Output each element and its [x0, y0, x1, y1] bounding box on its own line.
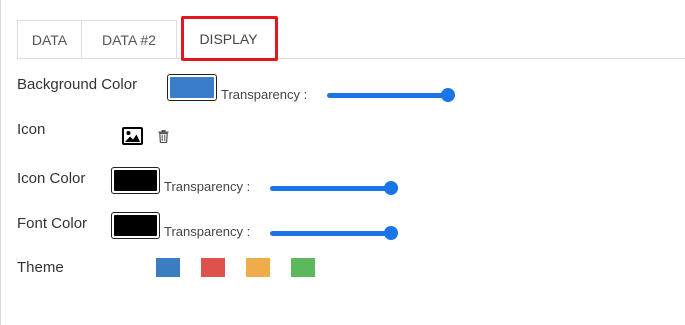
slider-thumb[interactable]: [441, 88, 455, 102]
theme-swatch-orange[interactable]: [246, 258, 270, 277]
icon-transparency-label: Transparency :: [164, 179, 251, 194]
trash-icon[interactable]: [158, 130, 169, 144]
font-color-picker[interactable]: [111, 212, 160, 239]
background-color-fill: [170, 77, 214, 98]
slider-track: [327, 93, 455, 98]
icon-label: Icon: [17, 121, 46, 138]
background-color-picker[interactable]: [167, 74, 217, 101]
slider-track: [270, 231, 398, 236]
font-transparency-slider[interactable]: [270, 226, 398, 240]
icon-transparency-slider[interactable]: [270, 181, 398, 195]
tab-data-2[interactable]: DATA #2: [82, 20, 177, 58]
theme-label: Theme: [17, 259, 64, 276]
panel-left-border: [0, 0, 1, 325]
theme-swatch-red[interactable]: [201, 258, 225, 277]
font-transparency-label: Transparency :: [164, 224, 251, 239]
icon-color-label: Icon Color: [17, 170, 86, 187]
icon-color-fill: [114, 170, 157, 191]
theme-swatch-green[interactable]: [291, 258, 315, 277]
slider-track: [270, 186, 398, 191]
tab-display[interactable]: DISPLAY: [182, 20, 275, 58]
background-color-label: Background Color: [17, 76, 138, 93]
image-icon[interactable]: [122, 127, 143, 145]
slider-thumb[interactable]: [384, 181, 398, 195]
tab-data[interactable]: DATA: [17, 20, 82, 58]
slider-thumb[interactable]: [384, 226, 398, 240]
background-transparency-label: Transparency :: [221, 87, 308, 102]
theme-swatch-blue[interactable]: [156, 258, 180, 277]
icon-color-picker[interactable]: [111, 167, 160, 194]
tab-bar: DATA DATA #2 DISPLAY: [17, 20, 685, 59]
font-color-label: Font Color: [17, 215, 88, 232]
background-transparency-slider[interactable]: [327, 88, 455, 102]
font-color-fill: [114, 215, 157, 236]
